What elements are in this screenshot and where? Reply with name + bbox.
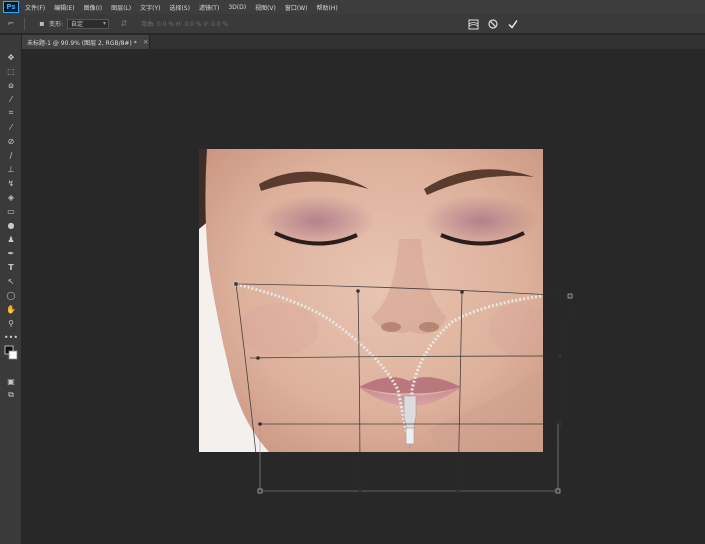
menu-select[interactable]: 选择(S)	[169, 3, 190, 12]
menu-help[interactable]: 帮助(H)	[317, 3, 338, 12]
history-brush-icon[interactable]: ↯	[4, 177, 18, 189]
menu-window[interactable]: 窗口(W)	[285, 3, 308, 12]
zoom-icon[interactable]: ⚲	[4, 317, 18, 329]
photoshop-logo: Ps	[3, 1, 19, 13]
commit-transform-icon[interactable]	[506, 17, 520, 31]
divider	[24, 17, 25, 30]
toolbox: ✥ ⬚ ɷ ⁄ ⌗ ⁄ ⊘ ∕ ⊥ ↯ ◈ ▭ ● ♟ ✒ T ↖ ◯ ✋ ⚲ …	[0, 35, 22, 544]
stamp-icon[interactable]: ⊥	[4, 163, 18, 175]
marquee-icon[interactable]: ⬚	[4, 65, 18, 77]
eraser-icon[interactable]: ◈	[4, 191, 18, 203]
document-image	[199, 149, 543, 452]
lasso-icon[interactable]: ɷ	[4, 79, 18, 91]
path-select-icon[interactable]: ↖	[4, 275, 18, 287]
options-bar: ⌐ ▪ 变形: 自定 ▾ ⇵ 弯曲: 0.0 % H: 0.0 % V: 0.0…	[0, 14, 705, 34]
menu-image[interactable]: 图像(I)	[84, 3, 102, 12]
type-icon[interactable]: T	[4, 261, 18, 273]
quickmask-icon[interactable]: ▣	[4, 375, 18, 387]
commit-group	[466, 17, 526, 31]
blur-icon[interactable]: ●	[4, 219, 18, 231]
pen-icon[interactable]: ✒	[4, 247, 18, 259]
colors-icon[interactable]	[4, 345, 18, 360]
cancel-transform-icon[interactable]	[486, 17, 500, 31]
magic-wand-icon[interactable]: ⁄	[4, 93, 18, 105]
crop-icon[interactable]: ⌗	[4, 107, 18, 119]
document-tab-bar: 未标题-1 @ 90.9% (图层 2, RGB/8#) * ×	[22, 35, 705, 49]
menu-bar: Ps 文件(F) 编辑(E) 图像(I) 图层(L) 文字(Y) 选择(S) 滤…	[0, 0, 705, 14]
dodge-icon[interactable]: ♟	[4, 233, 18, 245]
brush-icon[interactable]: ∕	[4, 149, 18, 161]
toggle-warp-icon[interactable]	[466, 17, 480, 31]
warp-bend-readout: 弯曲: 0.0 % H: 0.0 % V: 0.0 %	[141, 21, 229, 28]
ellipse-icon[interactable]: ◯	[4, 289, 18, 301]
eyedropper-icon[interactable]: ⁄	[4, 121, 18, 133]
gradient-icon[interactable]: ▭	[4, 205, 18, 217]
healing-icon[interactable]: ⊘	[4, 135, 18, 147]
menu-layer[interactable]: 图层(L)	[111, 3, 131, 12]
warp-preset-value: 自定	[71, 21, 84, 28]
document-tab-title: 未标题-1 @ 90.9% (图层 2, RGB/8#) *	[27, 39, 137, 47]
more-icon[interactable]: •••	[4, 331, 18, 343]
menu-3d[interactable]: 3D(D)	[228, 4, 246, 11]
close-tab-icon[interactable]: ×	[143, 38, 149, 46]
reference-point-icon[interactable]: ▪	[35, 18, 49, 30]
menu-edit[interactable]: 编辑(E)	[54, 3, 74, 12]
screen-mode-icon[interactable]: ⧉	[4, 389, 18, 401]
menu-type[interactable]: 文字(Y)	[140, 3, 160, 12]
document-tab[interactable]: 未标题-1 @ 90.9% (图层 2, RGB/8#) * ×	[22, 35, 150, 49]
tool-preset-icon[interactable]: ⌐	[4, 18, 18, 30]
move-icon[interactable]: ✥	[4, 51, 18, 63]
hand-icon[interactable]: ✋	[4, 303, 18, 315]
chevron-down-icon: ▾	[103, 19, 107, 27]
warp-orientation-icon[interactable]: ⇵	[117, 18, 131, 30]
menu-filter[interactable]: 滤镜(T)	[199, 3, 219, 12]
warp-preset-select[interactable]: 自定 ▾	[67, 18, 110, 29]
menu-file[interactable]: 文件(F)	[25, 3, 45, 12]
warp-label: 变形:	[49, 21, 64, 28]
menu-view[interactable]: 视图(V)	[255, 3, 276, 12]
